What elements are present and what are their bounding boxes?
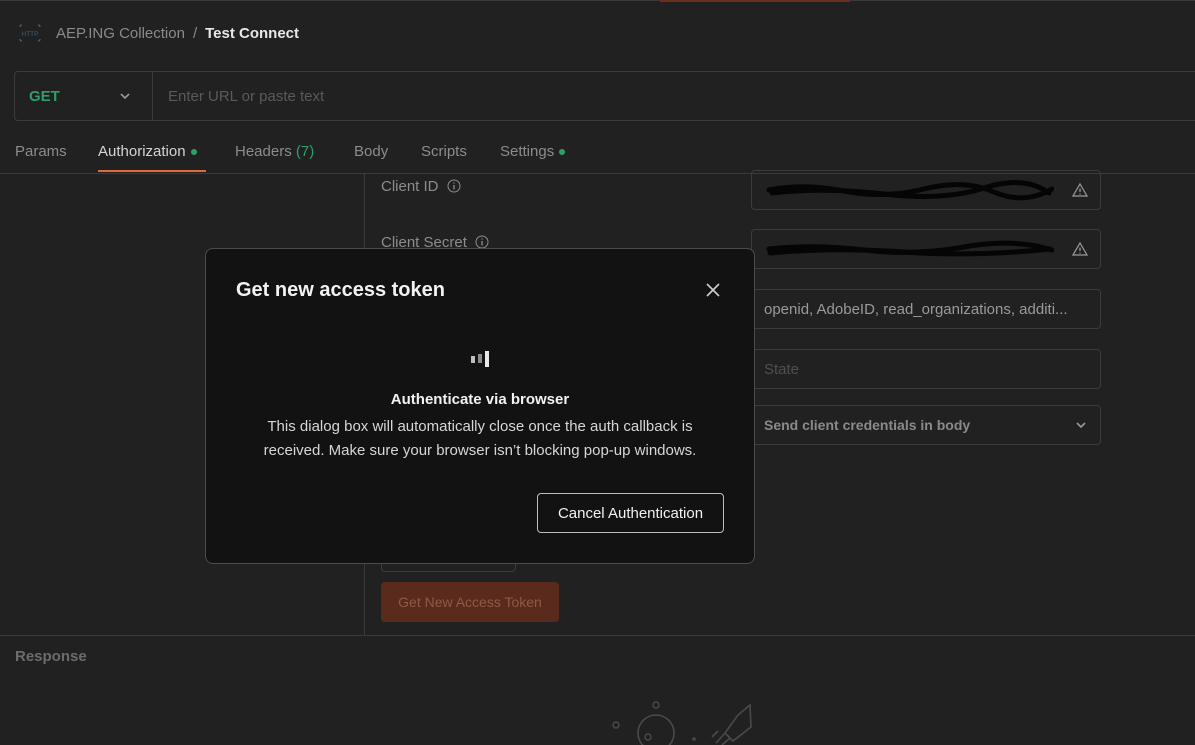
- tab-headers-count: (7): [295, 143, 315, 160]
- status-dot: [559, 149, 566, 156]
- chevron-down-icon: [1076, 422, 1086, 429]
- tab-authorization[interactable]: Authorization: [98, 143, 197, 160]
- warning-icon: [1072, 182, 1088, 197]
- scope-field[interactable]: openid, AdobeID, read_organizations, add…: [751, 289, 1101, 329]
- active-tab-indicator: [98, 170, 206, 172]
- scope-value: openid, AdobeID, read_organizations, add…: [764, 300, 1068, 318]
- tab-headers-label: Headers: [235, 143, 292, 160]
- client-secret-field[interactable]: [751, 229, 1101, 269]
- url-input[interactable]: [153, 72, 1195, 120]
- tab-scripts-label: Scripts: [421, 143, 467, 160]
- method-label: GET: [29, 87, 60, 105]
- state-field[interactable]: State: [751, 349, 1101, 389]
- breadcrumb-collection[interactable]: AEP.ING Collection: [56, 25, 185, 42]
- status-dot: [190, 149, 197, 156]
- client-id-label-text: Client ID: [381, 178, 439, 195]
- redacted-value: [766, 180, 1054, 201]
- dialog-title: Get new access token: [236, 279, 445, 301]
- info-icon[interactable]: [475, 235, 489, 249]
- breadcrumb-request[interactable]: Test Connect: [205, 25, 299, 42]
- auth-description: This dialog box will automatically close…: [263, 418, 697, 459]
- tab-params-label: Params: [15, 143, 67, 160]
- client-id-label: Client ID: [381, 178, 461, 195]
- http-icon: HTTP: [19, 24, 41, 42]
- request-tabs: Params Authorization Headers (7) Body Sc…: [0, 137, 1195, 174]
- tab-settings-label: Settings: [500, 143, 555, 160]
- response-divider[interactable]: [0, 635, 1195, 636]
- client-authentication-select[interactable]: Send client credentials in body: [751, 405, 1101, 445]
- warning-icon: [1072, 241, 1088, 256]
- info-icon[interactable]: [447, 179, 461, 193]
- tab-settings[interactable]: Settings: [500, 143, 566, 160]
- top-accent: [660, 0, 850, 2]
- loading-icon: [471, 351, 489, 367]
- breadcrumb: HTTP AEP.ING Collection / Test Connect: [18, 22, 299, 44]
- client-authentication-value: Send client credentials in body: [764, 417, 971, 433]
- get-new-access-token-button[interactable]: Get New Access Token: [381, 582, 559, 622]
- client-id-field[interactable]: [751, 170, 1101, 210]
- method-select[interactable]: GET: [15, 72, 153, 120]
- auth-heading: Authenticate via browser: [390, 391, 570, 408]
- rocket-illustration-icon: [612, 701, 752, 745]
- tab-headers[interactable]: Headers (7): [235, 143, 314, 160]
- close-icon[interactable]: [704, 281, 722, 299]
- state-placeholder: State: [764, 360, 800, 378]
- tab-scripts[interactable]: Scripts: [421, 143, 467, 160]
- tab-body-label: Body: [354, 143, 389, 160]
- chevron-down-icon: [120, 93, 130, 100]
- breadcrumb-separator: /: [192, 24, 198, 42]
- tab-body[interactable]: Body: [354, 143, 388, 160]
- tab-authorization-label: Authorization: [98, 143, 186, 160]
- svg-text:HTTP: HTTP: [22, 31, 39, 38]
- cancel-authentication-button[interactable]: Cancel Authentication: [537, 493, 724, 533]
- get-access-token-dialog: Get new access token Authenticate via br…: [205, 248, 755, 564]
- url-bar: GET: [14, 71, 1195, 121]
- top-border: [0, 0, 1195, 1]
- redacted-value: [766, 240, 1054, 257]
- tab-params[interactable]: Params: [15, 143, 67, 160]
- response-label: Response: [15, 648, 87, 665]
